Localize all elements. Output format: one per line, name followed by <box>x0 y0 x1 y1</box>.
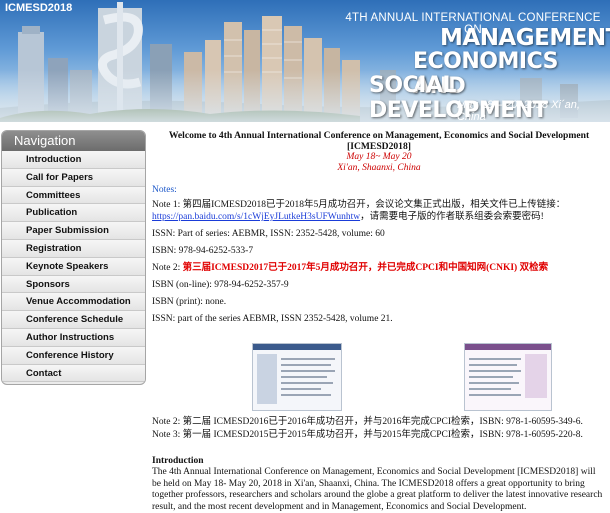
conference-acronym: ICMESD2018 <box>5 2 73 14</box>
note-1-suffix: ，请需要电子版的作者联系组委会索要密码! <box>360 212 544 222</box>
conference-location: Xi'an, Shaanxi, China <box>337 163 421 173</box>
navigation-header: Navigation <box>2 131 145 151</box>
nav-item-conference-history[interactable]: Conference History <box>2 346 145 365</box>
main-content: Welcome to 4th Annual International Conf… <box>152 130 606 513</box>
cpci-screenshot-2016[interactable] <box>252 343 342 411</box>
issn-2017: ISSN: part of the series AEBMR, ISSN 235… <box>152 314 393 324</box>
note-2: Note 2: 第三届ICMESD2017已于2017年5月成功召开，并已完成C… <box>152 262 606 274</box>
navigation-panel: Navigation Introduction Call for Papers … <box>1 130 146 385</box>
conference-dates: May 18~ May 20 <box>346 152 412 162</box>
cpci-screenshots <box>152 343 606 413</box>
proceedings-download-link[interactable]: https://pan.baidu.com/s/1cWjEyJLutkeH3sU… <box>152 212 360 222</box>
isbn-online-2017: ISBN (on-line): 978-94-6252-357-9 <box>152 280 289 290</box>
nav-item-paper-submission[interactable]: Paper Submission <box>2 222 145 240</box>
note-2b: Note 2: 第二届 ICMESD2016已于2016年成功召开，并与2016… <box>152 417 583 427</box>
note-2-prefix: Note 2: <box>152 263 183 273</box>
nav-item-call-for-papers[interactable]: Call for Papers <box>2 168 145 187</box>
nav-item-contact[interactable]: Contact <box>2 364 145 383</box>
banner-date: May 18 – 20, 2018 Xi´an, China <box>457 99 580 122</box>
notes-label: Notes: <box>152 185 177 195</box>
nav-item-introduction[interactable]: Introduction <box>2 151 145 169</box>
introduction-heading: Introduction <box>152 456 204 466</box>
introduction-text: The 4th Annual International Conference … <box>152 467 603 512</box>
nav-item-author-instructions[interactable]: Author Instructions <box>2 328 145 347</box>
note-1: Note 1: 第四届ICMESD2018已于2018年5月成功召开，会议论文集… <box>152 199 606 223</box>
nav-item-publication[interactable]: Publication <box>2 204 145 223</box>
nav-item-registration[interactable]: Registration <box>2 239 145 258</box>
cpci-screenshot-2015[interactable] <box>464 343 552 411</box>
nav-item-conference-schedule[interactable]: Conference Schedule <box>2 311 145 329</box>
nav-item-venue-accommodation[interactable]: Venue Accommodation <box>2 293 145 312</box>
note-1-text: Note 1: 第四届ICMESD2018已于2018年5月成功召开，会议论文集… <box>152 200 566 210</box>
note-3: Note 3: 第一届 ICMESD2015已于2015年成功召开，并与2015… <box>152 430 583 440</box>
nav-item-sponsors[interactable]: Sponsors <box>2 275 145 294</box>
banner-title-line-1: MANAGEMENT, <box>440 25 610 51</box>
isbn-print-2017: ISBN (print): none. <box>152 297 227 307</box>
isbn-2018: ISBN: 978-94-6252-533-7 <box>152 246 254 256</box>
issn-2018: ISSN: Part of series: AEBMR, ISSN: 2352-… <box>152 229 385 239</box>
navigation-menu: Introduction Call for Papers Committees … <box>2 151 145 383</box>
note-2-highlight: 第三届ICMESD2017已于2017年5月成功召开，并已完成CPCI和中国知网… <box>182 263 549 273</box>
nav-item-keynote-speakers[interactable]: Keynote Speakers <box>2 257 145 276</box>
welcome-title: Welcome to 4th Annual International Conf… <box>168 130 590 152</box>
nav-item-committees[interactable]: Committees <box>2 186 145 205</box>
header-banner: ICMESD2018 4TH ANNUAL INTERNATIONAL CONF… <box>0 0 610 122</box>
